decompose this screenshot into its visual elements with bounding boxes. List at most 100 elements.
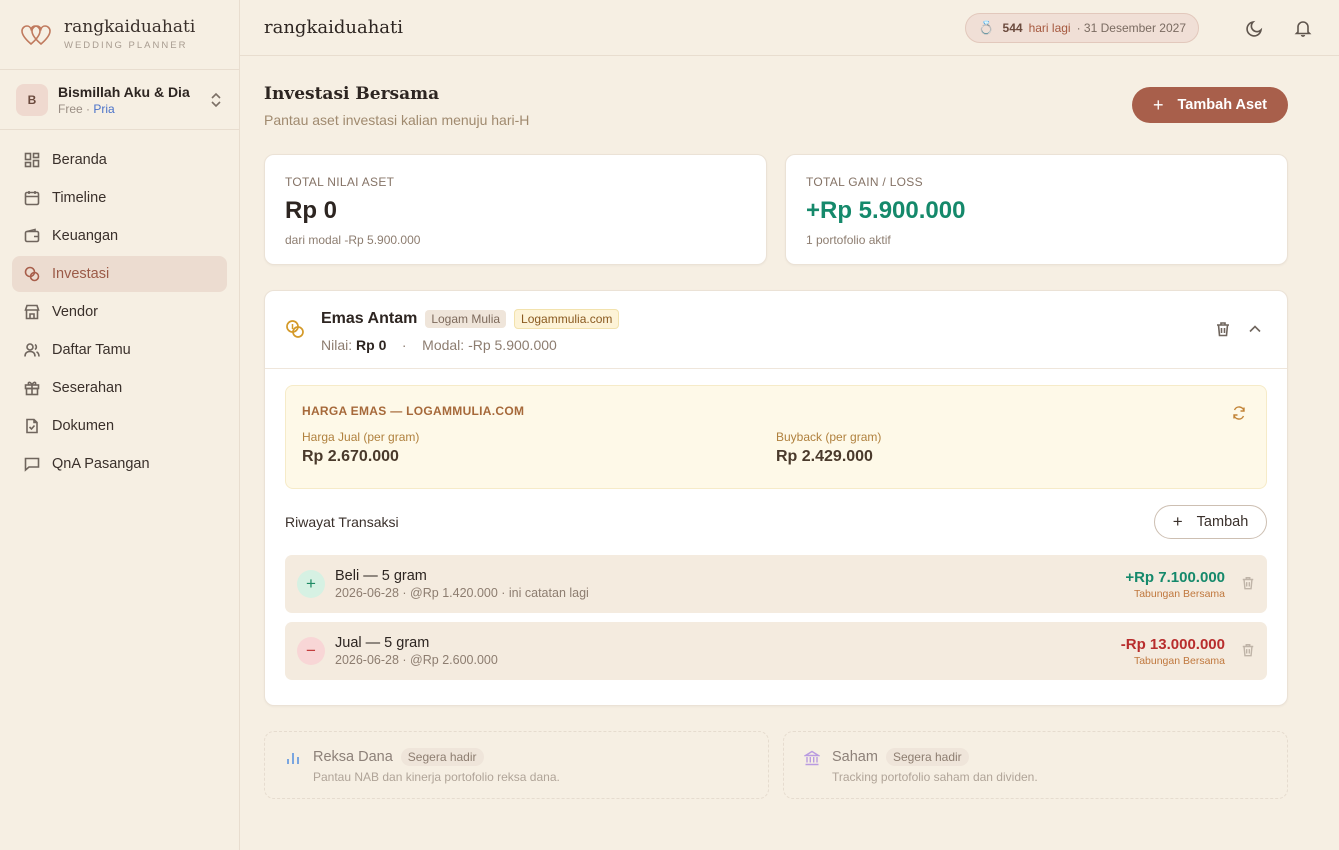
coming-soon-row: Reksa Dana Segera hadir Pantau NAB dan k… <box>264 731 1288 799</box>
sidebar-item-qna-pasangan[interactable]: QnA Pasangan <box>12 446 227 482</box>
sell-price-label: Harga Jual (per gram) <box>302 430 420 444</box>
topbar: rangkaiduahati 💍 544 hari lagi · 31 Dese… <box>240 0 1339 56</box>
stat-value: Rp 0 <box>285 197 338 224</box>
coming-soon-sub: Pantau NAB dan kinerja portofolio reksa … <box>313 770 560 784</box>
sidebar-item-label: Seserahan <box>52 380 123 396</box>
coming-soon-name: Saham <box>832 749 878 765</box>
transaction-row[interactable]: − Jual — 5 gram 2026-06-28 · @Rp 2.600.0… <box>285 622 1267 680</box>
plus-icon: + <box>1153 94 1164 115</box>
stat-label: TOTAL GAIN / LOSS <box>806 175 923 189</box>
transaction-amount: +Rp 7.100.000 <box>1125 568 1225 586</box>
sidebar-item-label: Investasi <box>52 266 110 282</box>
sidebar-item-investasi[interactable]: Investasi <box>12 256 227 292</box>
hearts-logo-icon <box>21 24 51 45</box>
coins-icon <box>24 266 40 282</box>
wedding-countdown[interactable]: 💍 544 hari lagi · 31 Desember 2027 <box>965 12 1199 43</box>
asset-header[interactable]: Emas Antam Logam Mulia Logammulia.com Ni… <box>265 291 1287 369</box>
users-icon <box>24 343 40 357</box>
coming-soon-tag: Segera hadir <box>400 748 484 766</box>
sidebar-item-beranda[interactable]: Beranda <box>12 142 227 178</box>
stocks-card: Saham Segera hadir Tracking portofolio s… <box>783 731 1288 799</box>
grid-icon <box>24 152 40 168</box>
asset-summary-separator: · <box>401 337 407 353</box>
chevron-up-down-icon <box>211 92 221 107</box>
sidebar-item-vendor[interactable]: Vendor <box>12 294 227 330</box>
transaction-source: Tabungan Bersama <box>1133 587 1225 600</box>
workspace-plan: Free <box>58 101 83 116</box>
transaction-meta: 2026-06-28 · @Rp 1.420.000 · ini catatan… <box>335 586 589 600</box>
sell-icon: − <box>297 637 325 665</box>
transactions-title: Riwayat Transaksi <box>285 514 399 530</box>
transaction-amount: -Rp 13.000.000 <box>1120 635 1225 653</box>
moon-icon <box>1246 20 1263 37</box>
delete-transaction-button[interactable] <box>1241 576 1255 593</box>
sidebar-item-label: Dokumen <box>52 418 115 434</box>
transaction-name: Beli — 5 gram <box>335 568 427 584</box>
stat-label: TOTAL NILAI ASET <box>285 175 395 189</box>
countdown-label: hari lagi <box>1028 20 1071 35</box>
ring-icon: 💍 <box>978 19 995 35</box>
document-icon <box>26 418 38 434</box>
asset-actions <box>1215 321 1263 337</box>
sidebar-item-label: QnA Pasangan <box>52 456 150 472</box>
main-content: Investasi Bersama Pantau aset investasi … <box>264 56 1288 799</box>
chat-icon <box>24 457 40 472</box>
countdown-days: 544 <box>1002 20 1023 35</box>
add-asset-button[interactable]: + Tambah Aset <box>1132 87 1288 123</box>
sidebar-item-seserahan[interactable]: Seserahan <box>12 370 227 406</box>
bell-icon <box>1294 20 1312 37</box>
chevron-up-icon[interactable] <box>1247 321 1263 337</box>
trash-icon[interactable] <box>1215 321 1231 337</box>
trash-icon <box>1242 643 1254 656</box>
transaction-meta: 2026-06-28 · @Rp 2.600.000 <box>335 653 498 667</box>
workspace-switcher[interactable]: B Bismillah Aku & Dia Free · Pria <box>0 70 239 130</box>
asset-capital: Modal: -Rp 5.900.000 <box>422 337 557 353</box>
sidebar-nav: Beranda Timeline Keuangan Investasi Vend… <box>0 130 239 496</box>
workspace-role: Pria <box>93 101 115 116</box>
asset-card: Emas Antam Logam Mulia Logammulia.com Ni… <box>264 290 1288 706</box>
sidebar-item-label: Vendor <box>52 304 98 320</box>
add-transaction-label: Tambah <box>1196 514 1249 530</box>
gold-price-panel: HARGA EMAS — LOGAMMULIA.COM Harga Jual (… <box>285 385 1267 489</box>
workspace-meta: Free · Pria <box>58 102 209 116</box>
asset-category-tag: Logam Mulia <box>425 310 507 328</box>
sidebar-item-label: Daftar Tamu <box>52 342 131 358</box>
sidebar: rangkaiduahati WEDDING PLANNER B Bismill… <box>0 0 240 850</box>
sidebar-item-timeline[interactable]: Timeline <box>12 180 227 216</box>
sidebar-item-daftar-tamu[interactable]: Daftar Tamu <box>12 332 227 368</box>
brand[interactable]: rangkaiduahati WEDDING PLANNER <box>0 0 239 70</box>
asset-value-label: Nilai: <box>321 337 353 353</box>
notifications-button[interactable] <box>1291 16 1315 40</box>
brand-name: rangkaiduahati <box>64 17 196 37</box>
transaction-list: + Beli — 5 gram 2026-06-28 · @Rp 1.420.0… <box>265 555 1287 705</box>
delete-transaction-button[interactable] <box>1241 643 1255 660</box>
gift-icon <box>24 381 40 396</box>
countdown-date: · 31 Desember 2027 <box>1076 20 1186 35</box>
buyback-price-label: Buyback (per gram) <box>776 430 882 444</box>
coming-soon-name: Reksa Dana <box>313 749 393 765</box>
buyback-price-value: Rp 2.429.000 <box>776 448 873 465</box>
sidebar-item-label: Beranda <box>52 152 107 168</box>
workspace-avatar: B <box>16 83 48 116</box>
trash-icon <box>1242 576 1254 589</box>
refresh-icon[interactable] <box>1232 406 1246 420</box>
add-asset-label: Tambah Aset <box>1177 97 1267 113</box>
sidebar-item-keuangan[interactable]: Keuangan <box>12 218 227 254</box>
calendar-icon <box>24 191 40 206</box>
sidebar-item-label: Keuangan <box>52 228 119 244</box>
theme-toggle-button[interactable] <box>1243 16 1267 40</box>
brand-subtitle: WEDDING PLANNER <box>64 40 188 51</box>
workspace-separator: · <box>86 101 91 116</box>
add-transaction-button[interactable]: + Tambah <box>1154 505 1267 539</box>
bar-chart-icon <box>287 753 299 764</box>
mutual-fund-card: Reksa Dana Segera hadir Pantau NAB dan k… <box>264 731 769 799</box>
sidebar-item-dokumen[interactable]: Dokumen <box>12 408 227 444</box>
page-subtitle: Pantau aset investasi kalian menuju hari… <box>264 112 530 128</box>
transaction-row[interactable]: + Beli — 5 gram 2026-06-28 · @Rp 1.420.0… <box>285 555 1267 613</box>
plus-icon: + <box>1172 512 1183 531</box>
page-header: Investasi Bersama Pantau aset investasi … <box>264 56 1288 154</box>
total-gain-card: TOTAL GAIN / LOSS +Rp 5.900.000 1 portof… <box>785 154 1288 265</box>
wallet-icon <box>24 228 40 243</box>
gold-price-title: HARGA EMAS — LOGAMMULIA.COM <box>302 404 525 418</box>
coming-soon-sub: Tracking portofolio saham dan dividen. <box>832 770 1038 784</box>
